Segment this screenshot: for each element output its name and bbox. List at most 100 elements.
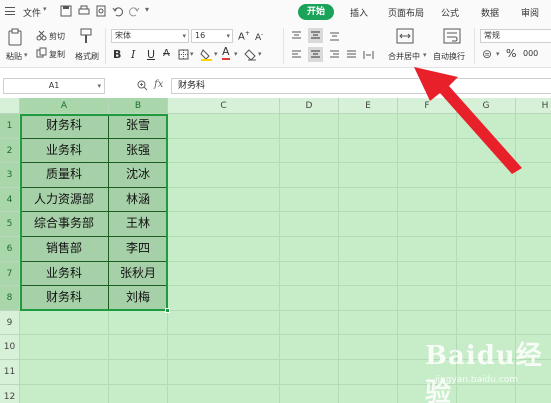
file-menu[interactable]: 文件 bbox=[23, 6, 41, 19]
align-middle-icon[interactable] bbox=[308, 28, 323, 43]
font-color-icon[interactable]: A bbox=[222, 46, 230, 60]
decrease-font-icon[interactable]: A- bbox=[255, 31, 263, 43]
merge-center-dropdown-icon[interactable]: ▾ bbox=[423, 51, 427, 59]
align-center-icon[interactable] bbox=[308, 47, 323, 62]
cell-b6[interactable]: 李四 bbox=[109, 237, 168, 262]
cell-b1[interactable]: 张雪 bbox=[109, 114, 168, 139]
cell-b8[interactable]: 刘梅 bbox=[109, 286, 168, 311]
fill-handle[interactable] bbox=[165, 308, 170, 313]
tab-page-layout[interactable]: 页面布局 bbox=[388, 6, 424, 19]
wrap-text-icon[interactable] bbox=[443, 28, 461, 44]
select-all-corner[interactable] bbox=[0, 98, 20, 114]
increase-font-icon[interactable]: A+ bbox=[238, 30, 250, 42]
menu-icon[interactable] bbox=[5, 7, 15, 15]
cell-a3[interactable]: 质量科 bbox=[20, 163, 109, 188]
fill-color-icon[interactable] bbox=[200, 48, 213, 61]
align-right-icon[interactable] bbox=[329, 50, 340, 60]
copy-icon[interactable] bbox=[36, 47, 47, 58]
more-quick-access-icon[interactable]: ▾ bbox=[145, 5, 149, 14]
column-header-d[interactable]: D bbox=[280, 98, 339, 114]
cell-b7[interactable]: 张秋月 bbox=[109, 261, 168, 287]
column-header-g[interactable]: G bbox=[457, 98, 516, 114]
tab-home[interactable]: 开始 bbox=[298, 4, 335, 20]
fill-color-dropdown-icon[interactable]: ▾ bbox=[214, 50, 218, 58]
row-header-4[interactable]: 4 bbox=[0, 187, 20, 213]
cell-b3[interactable]: 沈冰 bbox=[109, 163, 168, 188]
print-preview-icon[interactable] bbox=[78, 5, 90, 17]
save-icon[interactable] bbox=[60, 5, 72, 17]
cell-a1[interactable]: 财务科 bbox=[20, 114, 109, 139]
row-header-11[interactable]: 11 bbox=[0, 360, 20, 385]
merge-center-button[interactable]: 合并居中 bbox=[388, 51, 420, 62]
currency-icon[interactable]: ⊜ bbox=[482, 47, 492, 61]
distributed-align-icon[interactable] bbox=[363, 50, 374, 60]
column-header-a[interactable]: A bbox=[20, 98, 109, 114]
row-header-1[interactable]: 1 bbox=[0, 114, 20, 139]
cut-icon[interactable] bbox=[36, 30, 47, 41]
column-header-c[interactable]: C bbox=[168, 98, 280, 114]
print-icon[interactable] bbox=[95, 5, 107, 17]
tab-data[interactable]: 数据 bbox=[481, 6, 499, 19]
row-header-12[interactable]: 12 bbox=[0, 384, 20, 403]
cell-a2[interactable]: 业务科 bbox=[20, 138, 109, 164]
column-header-e[interactable]: E bbox=[339, 98, 398, 114]
paste-dropdown-icon[interactable]: ▾ bbox=[24, 51, 28, 59]
row-header-6[interactable]: 6 bbox=[0, 237, 20, 262]
borders-icon[interactable] bbox=[178, 49, 189, 60]
row-header-9[interactable]: 9 bbox=[0, 310, 20, 336]
column-header-b[interactable]: B bbox=[109, 98, 168, 114]
cell-b2[interactable]: 张强 bbox=[109, 138, 168, 164]
clear-format-icon[interactable] bbox=[244, 48, 257, 61]
italic-button[interactable]: I bbox=[131, 48, 135, 61]
number-format-select[interactable]: 常规 bbox=[480, 29, 551, 43]
paste-button[interactable]: 粘贴 bbox=[6, 51, 22, 62]
column-header-h[interactable]: H bbox=[516, 98, 551, 114]
cut-button[interactable]: 剪切 bbox=[49, 31, 65, 42]
cell-b4[interactable]: 林涵 bbox=[109, 187, 168, 213]
row-header-10[interactable]: 10 bbox=[0, 335, 20, 360]
row-header-2[interactable]: 2 bbox=[0, 138, 20, 164]
cell-a4[interactable]: 人力资源部 bbox=[20, 187, 109, 213]
font-name-select[interactable]: 宋体 ▾ bbox=[111, 29, 189, 43]
zoom-icon[interactable] bbox=[137, 80, 148, 91]
align-bottom-icon[interactable] bbox=[329, 31, 340, 41]
paste-icon[interactable] bbox=[7, 28, 23, 46]
row-header-5[interactable]: 5 bbox=[0, 212, 20, 237]
tab-insert[interactable]: 插入 bbox=[350, 6, 368, 19]
fx-icon[interactable]: fx bbox=[154, 79, 163, 90]
undo-icon[interactable] bbox=[112, 5, 124, 17]
clear-format-dropdown-icon[interactable]: ▾ bbox=[258, 50, 262, 58]
row-header-8[interactable]: 8 bbox=[0, 286, 20, 311]
strikethrough-icon[interactable]: A bbox=[163, 48, 170, 59]
file-menu-dropdown-icon[interactable]: ▾ bbox=[43, 5, 47, 13]
borders-dropdown-icon[interactable]: ▾ bbox=[190, 50, 194, 58]
row-header-7[interactable]: 7 bbox=[0, 261, 20, 287]
redo-icon[interactable] bbox=[128, 5, 140, 17]
merge-center-icon[interactable] bbox=[396, 28, 414, 44]
tab-review[interactable]: 审阅 bbox=[521, 6, 539, 19]
align-top-icon[interactable] bbox=[291, 31, 302, 41]
name-box[interactable]: A1 ▾ bbox=[3, 78, 105, 94]
formula-input[interactable]: 财务科 bbox=[171, 78, 551, 94]
underline-button[interactable]: U bbox=[147, 48, 155, 61]
thousands-separator-button[interactable]: 000 bbox=[523, 49, 538, 58]
percent-button[interactable]: % bbox=[506, 47, 516, 60]
cell-a5[interactable]: 综合事务部 bbox=[20, 212, 109, 237]
column-header-f[interactable]: F bbox=[398, 98, 457, 114]
cell-a6[interactable]: 销售部 bbox=[20, 237, 109, 262]
cell-a8[interactable]: 财务科 bbox=[20, 286, 109, 311]
font-size-select[interactable]: 16 ▾ bbox=[191, 29, 233, 43]
cell-b5[interactable]: 王林 bbox=[109, 212, 168, 237]
cell-a7[interactable]: 业务科 bbox=[20, 261, 109, 287]
format-painter-button[interactable]: 格式刷 bbox=[75, 51, 99, 62]
font-color-dropdown-icon[interactable]: ▾ bbox=[234, 50, 238, 58]
currency-dropdown-icon[interactable]: ▾ bbox=[496, 50, 500, 58]
justify-icon[interactable] bbox=[346, 50, 357, 60]
bold-button[interactable]: B bbox=[113, 48, 121, 61]
row-header-3[interactable]: 3 bbox=[0, 163, 20, 188]
wrap-text-button[interactable]: 自动换行 bbox=[433, 51, 465, 62]
copy-button[interactable]: 复制 bbox=[49, 49, 65, 60]
format-painter-icon[interactable] bbox=[79, 28, 93, 44]
align-left-icon[interactable] bbox=[291, 50, 302, 60]
tab-formulas[interactable]: 公式 bbox=[441, 6, 459, 19]
